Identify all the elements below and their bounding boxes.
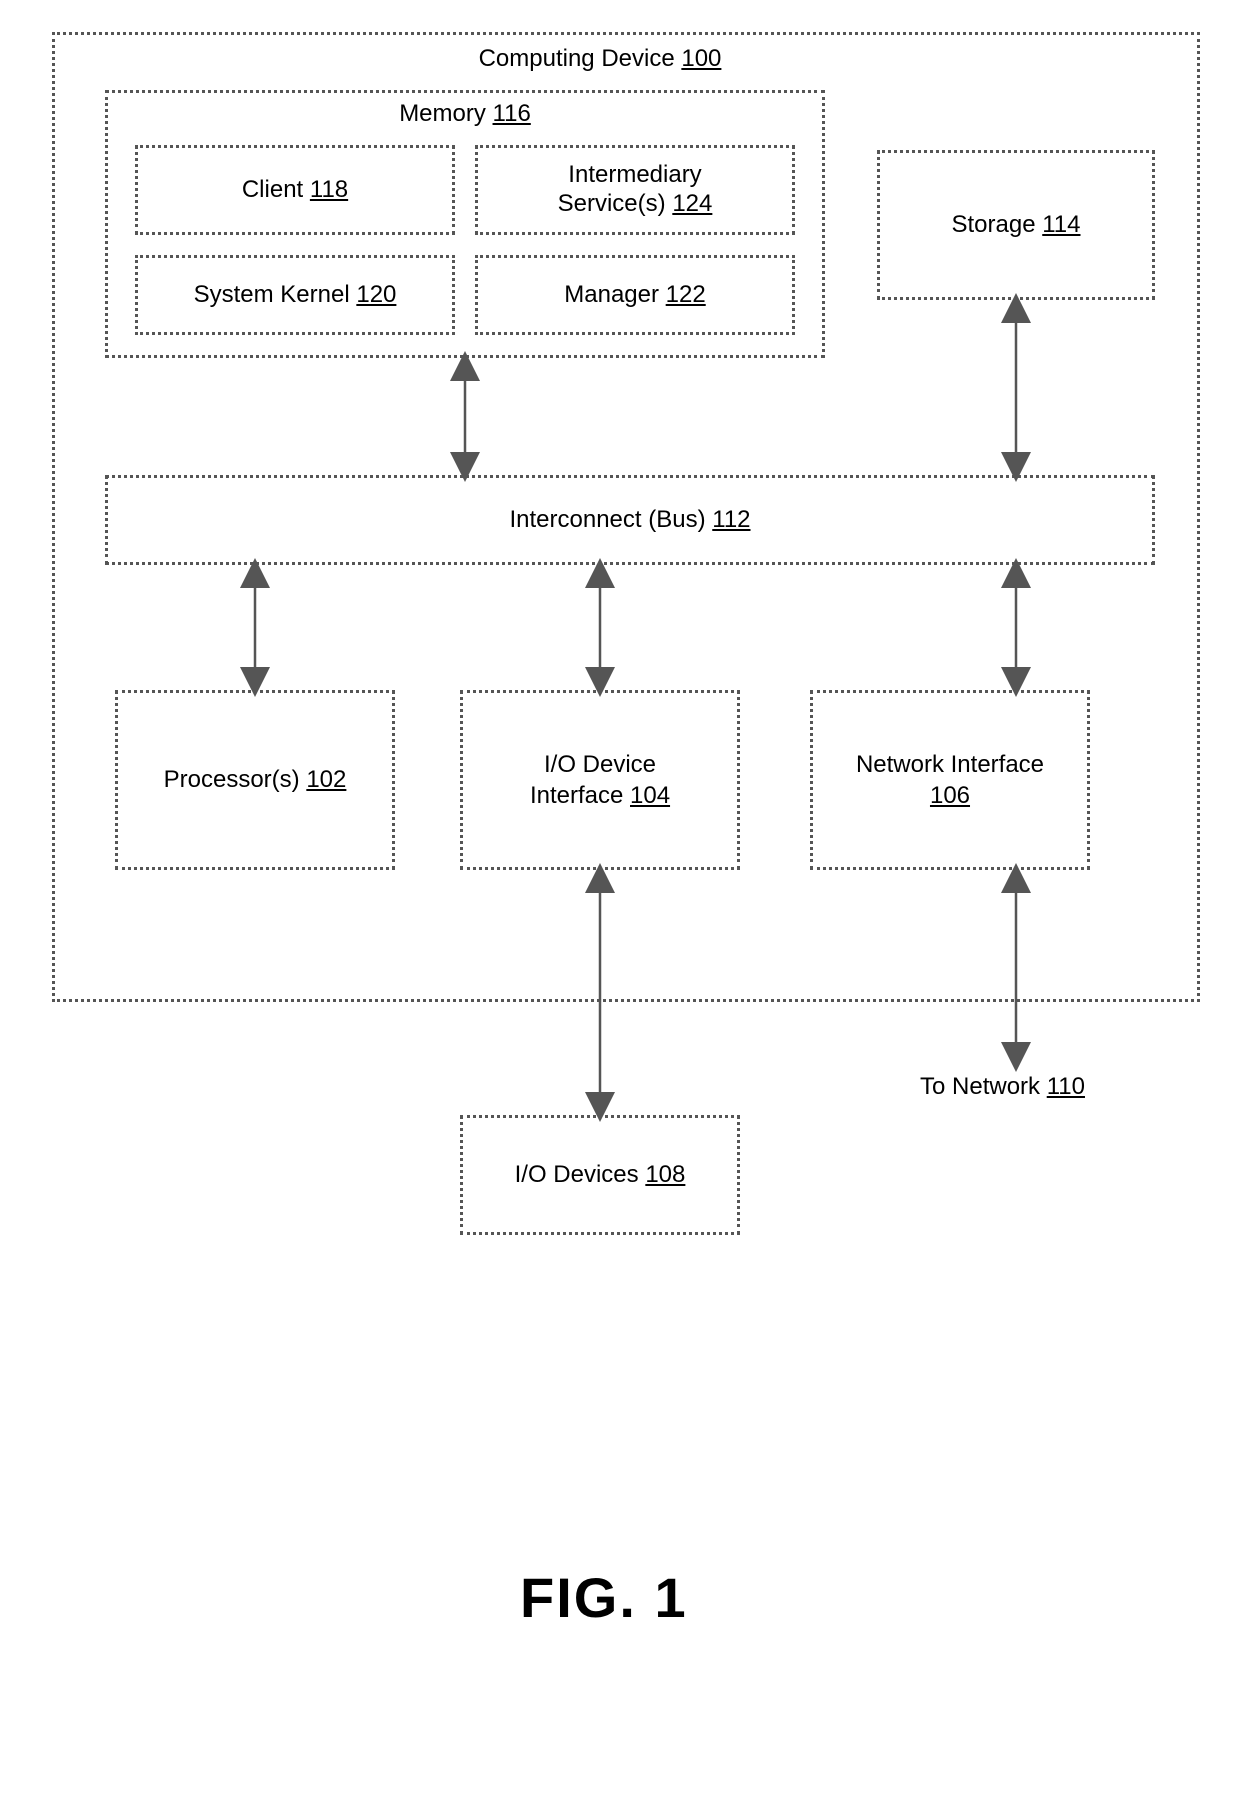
kernel-num: 120 bbox=[356, 281, 396, 308]
storage-text: Storage bbox=[952, 211, 1036, 238]
manager-content: Manager 122 bbox=[564, 281, 705, 309]
manager-text: Manager bbox=[564, 281, 659, 308]
iointerface-line1: I/O Device bbox=[544, 749, 656, 780]
storage-box: Storage 114 bbox=[877, 150, 1155, 300]
manager-num: 122 bbox=[666, 281, 706, 308]
intermediary-num: 124 bbox=[672, 190, 712, 217]
iodevices-text: I/O Devices bbox=[515, 1161, 639, 1188]
bus-num: 112 bbox=[712, 506, 750, 533]
tonetwork-label: To Network 110 bbox=[920, 1073, 1085, 1101]
iodevices-num: 108 bbox=[645, 1161, 685, 1188]
client-text: Client bbox=[242, 176, 303, 203]
iodevices-box: I/O Devices 108 bbox=[460, 1115, 740, 1235]
computing-device-label: Computing Device 100 bbox=[400, 45, 800, 73]
tonetwork-text: To Network bbox=[920, 1073, 1040, 1100]
tonetwork-num: 110 bbox=[1047, 1073, 1085, 1100]
iointerface-line2-wrap: Interface 104 bbox=[530, 780, 670, 811]
processor-box: Processor(s) 102 bbox=[115, 690, 395, 870]
netinterface-box: Network Interface 106 bbox=[810, 690, 1090, 870]
memory-num: 116 bbox=[493, 100, 531, 127]
memory-label: Memory 116 bbox=[340, 100, 590, 128]
netinterface-line1: Network Interface bbox=[856, 749, 1044, 780]
iointerface-line2: Interface bbox=[530, 782, 623, 809]
processor-content: Processor(s) 102 bbox=[164, 766, 347, 794]
bus-box: Interconnect (Bus) 112 bbox=[105, 475, 1155, 565]
manager-box: Manager 122 bbox=[475, 255, 795, 335]
bus-content: Interconnect (Bus) 112 bbox=[509, 506, 750, 534]
bus-text: Interconnect (Bus) bbox=[509, 506, 705, 533]
storage-content: Storage 114 bbox=[952, 211, 1081, 239]
netinterface-num: 106 bbox=[930, 780, 970, 811]
kernel-text: System Kernel bbox=[194, 281, 350, 308]
intermediary-line2-wrap: Service(s) 124 bbox=[558, 190, 713, 219]
intermediary-line1: Intermediary bbox=[568, 161, 701, 190]
iodevices-content: I/O Devices 108 bbox=[515, 1161, 686, 1189]
computing-device-text: Computing Device bbox=[479, 45, 675, 72]
computing-device-num: 100 bbox=[681, 45, 721, 72]
processor-text: Processor(s) bbox=[164, 766, 300, 793]
kernel-content: System Kernel 120 bbox=[194, 281, 397, 309]
figure-caption: FIG. 1 bbox=[520, 1565, 688, 1630]
iointerface-box: I/O Device Interface 104 bbox=[460, 690, 740, 870]
client-box: Client 118 bbox=[135, 145, 455, 235]
processor-num: 102 bbox=[306, 766, 346, 793]
iointerface-num: 104 bbox=[630, 782, 670, 809]
intermediary-box: Intermediary Service(s) 124 bbox=[475, 145, 795, 235]
memory-text: Memory bbox=[399, 100, 486, 127]
client-content: Client 118 bbox=[242, 176, 348, 204]
intermediary-line2: Service(s) bbox=[558, 190, 666, 217]
client-num: 118 bbox=[310, 176, 348, 203]
storage-num: 114 bbox=[1042, 211, 1080, 238]
kernel-box: System Kernel 120 bbox=[135, 255, 455, 335]
